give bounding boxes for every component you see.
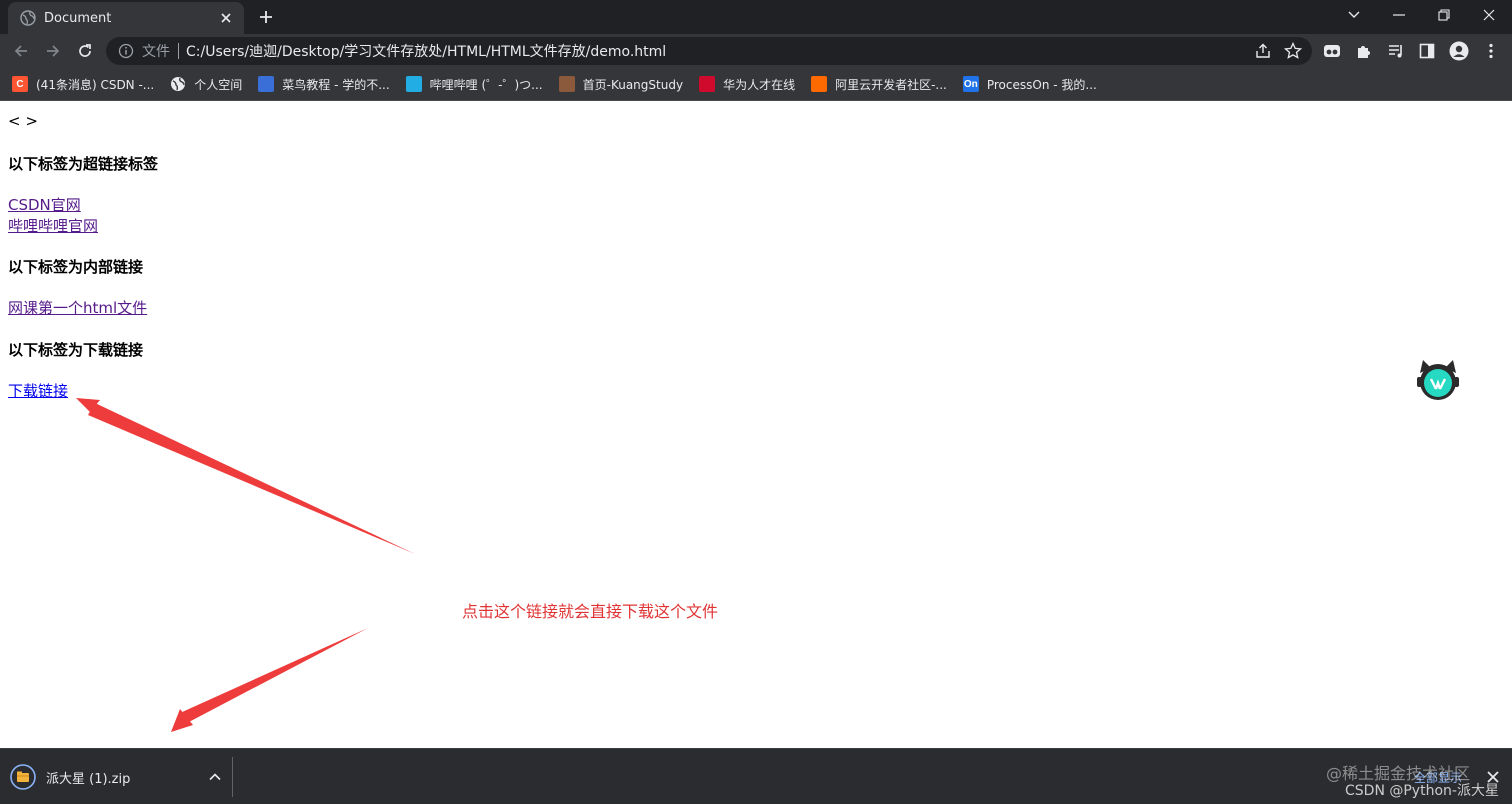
bookmark-item[interactable]: 个人空间 [170, 76, 242, 93]
bookmark-label: 个人空间 [194, 77, 243, 92]
heading-download-links: 以下标签为下载链接 [8, 341, 144, 359]
bookmark-item[interactable]: 阿里云开发者社区-... [811, 76, 947, 93]
download-file-name: 派大星 (1).zip [46, 771, 131, 787]
bookmark-label: ProcessOn - 我的... [986, 77, 1097, 92]
bookmark-item[interactable]: On ProcessOn - 我的... [962, 76, 1097, 93]
bookmark-item[interactable]: 菜鸟教程 - 学的不... [258, 76, 390, 93]
bookmark-item[interactable]: 首页-KuangStudy [558, 76, 684, 93]
share-icon[interactable] [1254, 42, 1272, 60]
huawei-icon [699, 76, 716, 92]
tab-strip: Document [0, 0, 1512, 34]
csdn-icon: C [12, 76, 28, 92]
side-panel-icon[interactable] [1415, 39, 1439, 63]
tab-document[interactable]: Document [8, 2, 244, 34]
forward-arrow-icon[interactable] [41, 39, 65, 63]
toolbar: 文件 C:/Users/迪迦/Desktop/学习文件存放处/HTML/HTML… [0, 34, 1512, 68]
bookmark-label: 菜鸟教程 - 学的不... [282, 77, 390, 92]
link-csdn[interactable]: CSDN官网 [8, 196, 81, 214]
media-queue-icon[interactable] [1384, 39, 1408, 63]
omnibox-separator [178, 43, 179, 59]
link-first-html[interactable]: 网课第一个html文件 [8, 299, 147, 317]
bookmark-label: 华为人才在线 [723, 77, 796, 92]
bookmark-label: 哔哩哔哩 (゜-゜)つ... [429, 77, 543, 92]
watermark-csdn: CSDN @Python-派大星 [1345, 783, 1499, 799]
bookmark-label: 首页-KuangStudy [582, 77, 684, 92]
heading-hyperlinks: 以下标签为超链接标签 [8, 155, 159, 173]
link-bilibili[interactable]: 哔哩哔哩官网 [8, 217, 98, 235]
bookmark-label: 阿里云开发者社区-... [835, 77, 947, 92]
link-download[interactable]: 下载链接 [8, 382, 68, 400]
close-window-icon[interactable] [1477, 5, 1501, 25]
incognito-extension-icon[interactable] [1320, 39, 1344, 63]
info-icon[interactable] [118, 43, 134, 59]
profile-avatar-icon[interactable] [1447, 39, 1471, 63]
zip-file-icon [10, 764, 36, 790]
url-text[interactable]: C:/Users/迪迦/Desktop/学习文件存放处/HTML/HTML文件存… [186, 41, 666, 61]
processon-icon: On [962, 76, 979, 92]
page-content: < > 以下标签为超链接标签 CSDN官网 哔哩哔哩官网 以下标签为内部链接 网… [0, 101, 1512, 748]
bookmark-item[interactable]: 华为人才在线 [699, 76, 795, 93]
bookmark-label: (41条消息) CSDN -... [36, 77, 155, 92]
globe-icon [170, 76, 186, 92]
mascot-cat-icon[interactable] [1415, 357, 1461, 403]
runoob-icon [258, 76, 275, 92]
minimize-icon[interactable] [1387, 5, 1411, 25]
download-shelf: 派大星 (1).zip 全部显示 @稀土掘金技术社区 CSDN @Python-… [0, 748, 1512, 804]
security-label: 文件 [142, 44, 170, 60]
arrow-to-download-shelf [180, 628, 368, 723]
chevron-up-icon[interactable] [208, 770, 222, 784]
back-arrow-icon[interactable] [9, 39, 33, 63]
tab-close-icon[interactable] [218, 10, 234, 26]
globe-icon [20, 10, 36, 26]
download-item[interactable]: 派大星 (1).zip [10, 759, 230, 795]
bilibili-icon [405, 76, 422, 92]
restore-icon[interactable] [1432, 5, 1456, 25]
address-bar[interactable]: 文件 C:/Users/迪迦/Desktop/学习文件存放处/HTML/HTML… [106, 37, 1312, 65]
bookmarks-bar: C (41条消息) CSDN -... 个人空间 菜鸟教程 - 学的不... 哔哩哔哩 … [0, 68, 1512, 101]
new-tab-plus-icon[interactable] [256, 7, 276, 27]
extensions-puzzle-icon[interactable] [1352, 39, 1376, 63]
heading-internal-links: 以下标签为内部链接 [8, 258, 144, 276]
arrow-to-download-link [76, 398, 415, 553]
tab-title: Document [44, 10, 112, 26]
annotation-arrows [76, 398, 415, 732]
bookmark-item[interactable]: C (41条消息) CSDN -... [12, 76, 154, 93]
reload-icon[interactable] [73, 39, 97, 63]
shelf-divider [232, 757, 233, 797]
kuangstudy-icon [558, 76, 575, 92]
aliyun-icon [811, 76, 828, 92]
annotation-text: 点击这个链接就会直接下载这个文件 [462, 602, 719, 621]
bookmark-star-icon[interactable] [1284, 42, 1302, 60]
close-shelf-icon[interactable] [1485, 769, 1501, 785]
bookmark-item[interactable]: 哔哩哔哩 (゜-゜)つ... [405, 76, 543, 93]
menu-kebab-icon[interactable] [1479, 39, 1503, 63]
page-header-text: < > [8, 112, 38, 130]
tab-search-chevron-icon[interactable] [1342, 5, 1366, 25]
